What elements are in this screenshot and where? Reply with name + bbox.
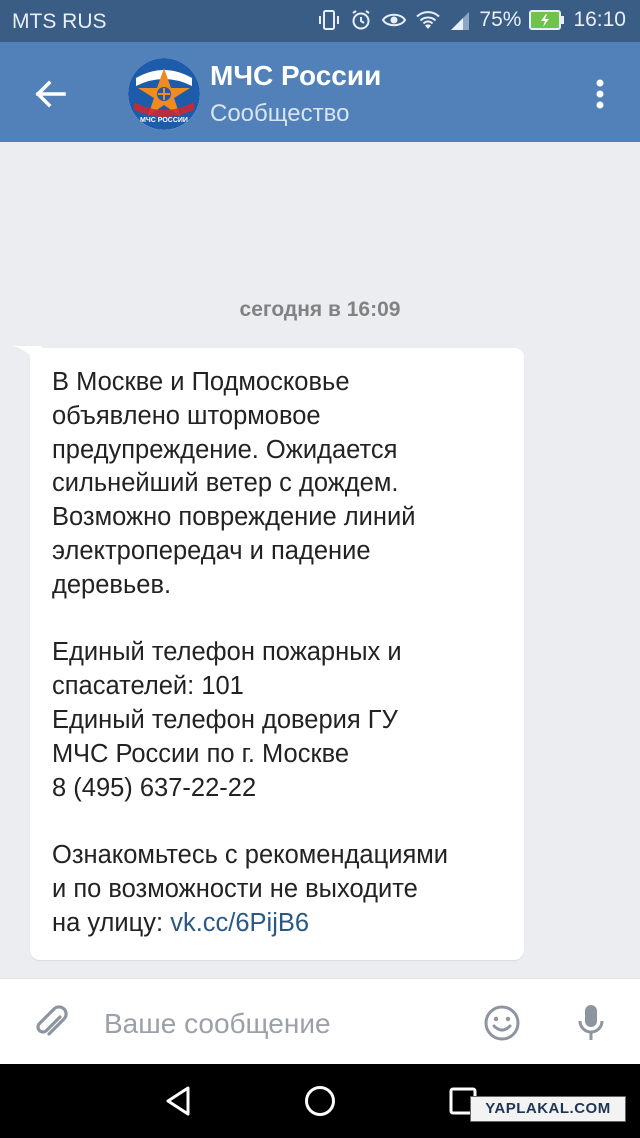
avatar-caption: МЧС РОССИИ [140, 117, 188, 124]
overflow-menu-button[interactable] [588, 74, 612, 114]
message-composer [0, 978, 640, 1065]
signal-icon [449, 8, 471, 32]
paperclip-icon [36, 1005, 68, 1036]
message-input[interactable] [102, 1001, 466, 1047]
carrier-name: MTS RUS [12, 10, 107, 33]
watermark: YAPLAKAL.COM [470, 1096, 626, 1122]
chat-header: МЧС РОССИИ МЧС России Сообщество [0, 42, 640, 142]
battery-percent: 75% [479, 8, 522, 31]
arrow-left-icon [35, 80, 66, 108]
message-link[interactable]: vk.cc/6PijB6 [170, 909, 309, 937]
triangle-back-icon [166, 1086, 190, 1116]
status-bar: MTS RUS 75% 16:10 [0, 0, 640, 42]
message-bubble[interactable]: В Москве и Подмосковье объявлено штормов… [30, 348, 524, 960]
community-type: Сообщество [210, 100, 350, 127]
nav-home-button[interactable] [303, 1084, 337, 1118]
back-button[interactable] [30, 74, 70, 114]
emercom-logo-icon: МЧС РОССИИ [128, 58, 200, 130]
message-body: В Москве и Подмосковье объявлено штормов… [52, 368, 449, 937]
circle-home-icon [305, 1086, 335, 1116]
microphone-icon [578, 1005, 604, 1040]
wifi-icon [415, 8, 441, 32]
date-separator: сегодня в 16:09 [239, 298, 401, 321]
clock: 16:10 [573, 8, 626, 31]
smile-icon [484, 1005, 520, 1041]
community-avatar[interactable]: МЧС РОССИИ [128, 58, 200, 130]
community-name[interactable]: МЧС России [210, 60, 381, 92]
vibrate-icon [317, 8, 341, 32]
message-text: В Москве и Подмосковье объявлено штормов… [52, 366, 522, 941]
status-icons: 75% 16:10 [317, 8, 626, 32]
nav-back-button[interactable] [162, 1084, 196, 1118]
emoji-button[interactable] [482, 1003, 522, 1043]
battery-icon [529, 9, 565, 31]
voice-message-button[interactable] [576, 1001, 606, 1045]
eye-icon [381, 8, 407, 32]
alarm-icon [349, 8, 373, 32]
more-vertical-icon [596, 79, 604, 109]
attach-button[interactable] [32, 1003, 72, 1043]
